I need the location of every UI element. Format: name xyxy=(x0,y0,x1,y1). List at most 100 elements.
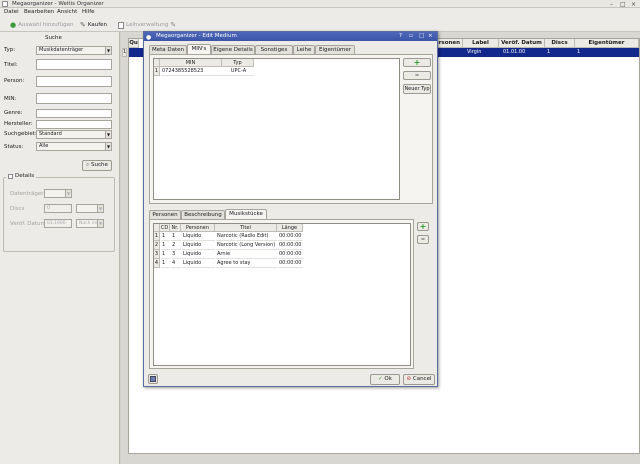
track-title[interactable]: Arnie xyxy=(216,250,277,259)
dialog-close-icon[interactable]: × xyxy=(428,32,433,41)
release-date-input[interactable]: 01.1900 xyxy=(44,219,72,228)
track-row-number[interactable]: 4 xyxy=(154,259,160,268)
track-title[interactable]: Agree to stay xyxy=(216,259,277,268)
track-person[interactable]: Liquido xyxy=(182,259,215,268)
details-toggle[interactable]: Details xyxy=(6,173,37,179)
track-col-header-cd[interactable]: CD xyxy=(160,224,170,232)
track-length[interactable]: 00:00:00 xyxy=(278,259,303,268)
track-nr[interactable]: 2 xyxy=(171,241,181,250)
dialog-maximize-icon[interactable]: □ xyxy=(419,32,424,41)
tab-mins[interactable]: MIN's xyxy=(187,44,211,54)
discs-spinner[interactable]: 0 xyxy=(44,204,72,213)
tracks-table[interactable]: CD Nr. Personen Titel Länge 1 1 1 Liquid… xyxy=(153,223,411,366)
menu-hilfe[interactable]: Hilfe xyxy=(82,9,95,15)
cancel-button[interactable]: ⊘ Cancel xyxy=(403,374,435,385)
add-track-button[interactable]: + xyxy=(417,222,429,231)
cover-image-button[interactable] xyxy=(148,374,158,384)
menu-datei[interactable]: Datei xyxy=(4,9,19,15)
tab-leihe[interactable]: Leihe xyxy=(293,45,315,54)
minimize-icon[interactable]: – xyxy=(610,1,613,8)
window-titlebar: Megaorganizer - Weitis Organizer – □ × xyxy=(0,0,640,8)
track-person[interactable]: Liquido xyxy=(182,241,215,250)
track-col-header-nr[interactable]: Nr. xyxy=(170,224,181,232)
col-header-discs[interactable]: Discs xyxy=(545,39,575,48)
chevron-down-icon: ▼ xyxy=(97,205,103,212)
track-length[interactable]: 00:00:00 xyxy=(278,250,303,259)
remove-track-button[interactable]: – xyxy=(417,235,429,244)
track-cd[interactable]: 1 xyxy=(161,232,170,241)
track-title[interactable]: Narcotic (Radio Edit) xyxy=(216,232,277,241)
track-col-header-title[interactable]: Titel xyxy=(215,224,277,232)
track-title[interactable]: Narcotic (Long Version) xyxy=(216,241,277,250)
track-row-number[interactable]: 2 xyxy=(154,241,160,250)
track-person[interactable]: Liquido xyxy=(182,232,215,241)
menu-ansicht[interactable]: Ansicht xyxy=(57,9,77,15)
min-col-header-min[interactable]: MIN xyxy=(160,59,222,67)
col-header-owner[interactable]: Eigentümer xyxy=(575,39,639,48)
min-row-number[interactable]: 1 xyxy=(154,67,160,76)
ok-button[interactable]: ✓ Ok xyxy=(370,374,400,385)
min-table[interactable]: MIN Typ 1 0724385528523 UPC-A xyxy=(153,58,400,200)
row-owner: 1 xyxy=(577,49,581,55)
area-select[interactable]: Standard ▼ xyxy=(36,130,112,139)
help-icon[interactable]: ? xyxy=(399,32,402,41)
type-label: Typ: xyxy=(4,47,16,53)
tab-musikstuecke[interactable]: Musikstücke xyxy=(225,209,267,219)
search-button[interactable]: ⌕ Suche xyxy=(82,160,112,171)
remove-min-button[interactable]: – xyxy=(403,71,431,80)
chevron-down-icon: ▼ xyxy=(97,220,103,227)
track-nr[interactable]: 3 xyxy=(171,250,181,259)
track-length[interactable]: 00:00:00 xyxy=(278,241,303,250)
track-row-number[interactable]: 1 xyxy=(154,232,160,241)
tab-eigentuemer[interactable]: Eigentümer xyxy=(315,45,355,54)
track-length[interactable]: 00:00:00 xyxy=(278,232,303,241)
row-discs: 1 xyxy=(547,49,551,55)
minus-icon: – xyxy=(421,234,425,243)
track-cd[interactable]: 1 xyxy=(161,241,170,250)
track-nr[interactable]: 1 xyxy=(171,232,181,241)
row-label: Virgin xyxy=(467,49,482,55)
min-value[interactable]: 0724385528523 xyxy=(161,67,222,76)
person-input[interactable] xyxy=(36,76,112,87)
row-date: 01.01.00 xyxy=(503,49,526,55)
release-compare-select[interactable]: Nach im ▼ xyxy=(76,219,104,228)
menu-bearbeiten[interactable]: Bearbeiten xyxy=(24,9,54,15)
carrier-select[interactable]: ▼ xyxy=(44,189,72,198)
mins-panel: MIN Typ 1 0724385528523 UPC-A + – Neuer … xyxy=(149,54,433,204)
new-type-button[interactable]: Neuer Typ xyxy=(403,84,431,94)
add-min-button[interactable]: + xyxy=(403,58,431,67)
tab-eigene-details[interactable]: Eigene Details xyxy=(211,45,255,54)
track-nr[interactable]: 4 xyxy=(171,259,181,268)
title-input[interactable] xyxy=(36,59,112,70)
maker-label: Hersteller: xyxy=(4,121,33,127)
track-person[interactable]: Liquido xyxy=(182,250,215,259)
tab-meta-daten[interactable]: Meta Daten xyxy=(149,45,187,54)
col-header-date[interactable]: Veröf. Datum xyxy=(499,39,545,48)
lend-button[interactable]: Leihverwaltung ✎ xyxy=(118,21,176,29)
track-col-header-length[interactable]: Länge xyxy=(277,224,303,232)
maker-input[interactable] xyxy=(36,120,112,129)
tab-personen[interactable]: Personen xyxy=(149,210,181,219)
track-cd[interactable]: 1 xyxy=(161,259,170,268)
status-select[interactable]: Alle ▼ xyxy=(36,142,112,151)
track-row-number[interactable]: 3 xyxy=(154,250,160,259)
tab-sonstiges[interactable]: Sonstiges xyxy=(255,45,293,54)
maximize-icon[interactable]: □ xyxy=(620,1,626,8)
close-icon[interactable]: × xyxy=(631,1,636,8)
track-cd[interactable]: 1 xyxy=(161,250,170,259)
type-select[interactable]: Musikdatenträger ▼ xyxy=(36,46,112,55)
check-icon: ✓ xyxy=(378,376,383,382)
min-input[interactable] xyxy=(36,93,112,104)
genre-input[interactable] xyxy=(36,109,112,118)
min-type[interactable]: UPC-A xyxy=(222,67,254,76)
tab-beschreibung[interactable]: Beschreibung xyxy=(181,210,225,219)
add-selection-button[interactable]: ● Auswahl hinzufügen xyxy=(10,21,74,29)
col-header-qu[interactable]: Qu xyxy=(129,39,139,48)
discs-compare-select[interactable]: ▼ xyxy=(76,204,104,213)
min-col-header-typ[interactable]: Typ xyxy=(222,59,254,67)
buy-button[interactable]: ✎ Kaufen xyxy=(80,21,107,29)
col-header-label[interactable]: Label xyxy=(463,39,499,48)
dialog-minimize-icon[interactable]: ▫ xyxy=(409,32,413,41)
track-col-header-person[interactable]: Personen xyxy=(181,224,215,232)
row-number[interactable]: 1 xyxy=(122,48,127,57)
